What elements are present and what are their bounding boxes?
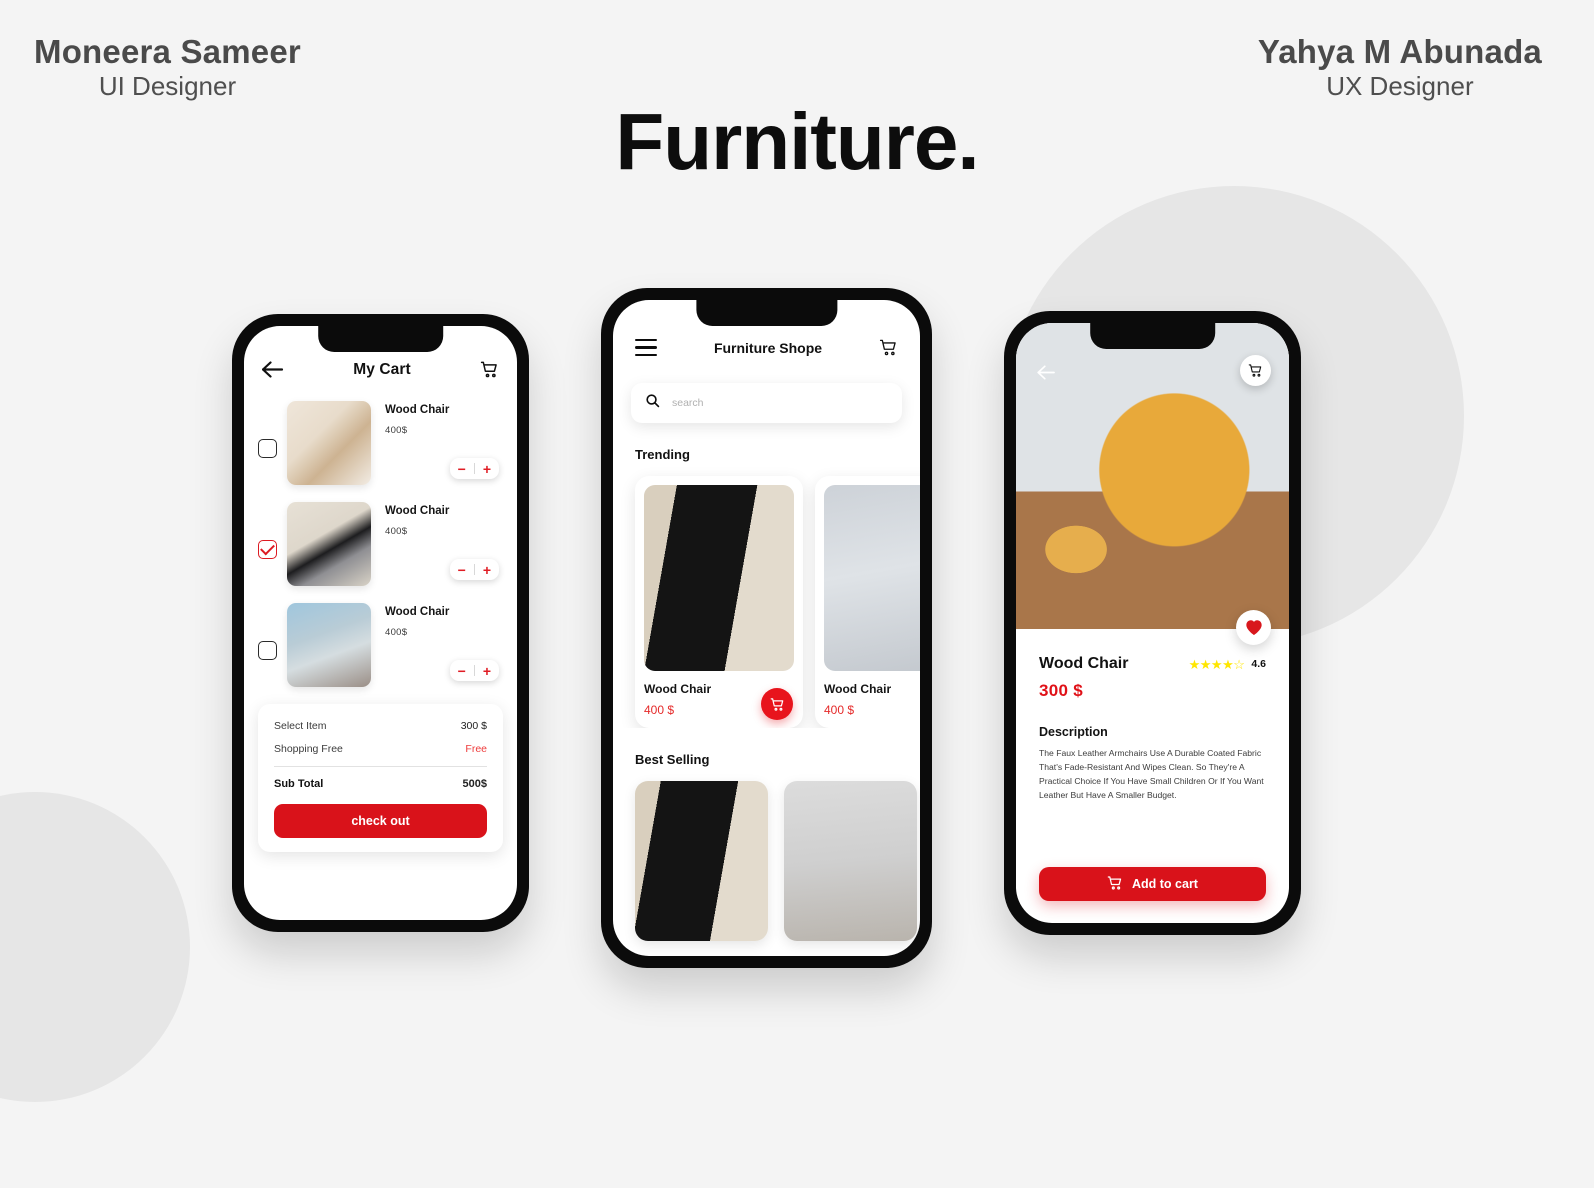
- product-card[interactable]: Wood Chair 400 $: [635, 476, 803, 728]
- cart-item-name: Wood Chair: [385, 505, 450, 517]
- rating: ★★★★☆ 4.6: [1189, 658, 1266, 671]
- shopping-cart-icon[interactable]: [879, 338, 898, 357]
- arrow-left-icon[interactable]: [1036, 361, 1058, 383]
- stepper-divider: [473, 665, 475, 676]
- table-row: Wood Chair 400$ − +: [258, 401, 503, 485]
- search-bar[interactable]: [631, 383, 902, 423]
- stepper-divider: [473, 463, 475, 474]
- credit-right: Yahya M Abunada UX Designer: [1258, 33, 1542, 102]
- summary-row-select-item: Select Item 300 $: [274, 720, 487, 732]
- table-row: Wood Chair 400$ − +: [258, 603, 503, 687]
- product-card[interactable]: [635, 781, 768, 941]
- checkout-button[interactable]: check out: [274, 804, 487, 838]
- product-name: Wood Chair: [1039, 655, 1129, 672]
- shopping-cart-icon[interactable]: [480, 360, 499, 379]
- product-price: 300 $: [1039, 681, 1084, 700]
- stepper-divider: [473, 564, 475, 575]
- description-heading: Description: [1039, 725, 1108, 739]
- project-title: Furniture.: [615, 97, 979, 186]
- product-image: [824, 485, 920, 671]
- phone-notch: [1089, 323, 1216, 349]
- cart-item-checkbox[interactable]: [258, 540, 277, 559]
- cart-item-name: Wood Chair: [385, 606, 450, 618]
- cart-item-thumbnail: [287, 502, 371, 586]
- decrement-button[interactable]: −: [458, 462, 466, 476]
- cart-item-price: 400$: [385, 627, 408, 638]
- cart-item-price: 400$: [385, 425, 408, 436]
- add-to-cart-button[interactable]: Add to cart: [1039, 867, 1266, 901]
- phone-mockup-cart: My Cart Wood Chair 400$ − + Wood Chair 4…: [232, 314, 529, 932]
- quantity-stepper[interactable]: − +: [449, 660, 499, 681]
- phone-notch: [695, 300, 838, 326]
- cart-item-thumbnail: [287, 603, 371, 687]
- section-heading-trending: Trending: [635, 447, 690, 462]
- product-card[interactable]: Wood Chair 400 $: [815, 476, 920, 728]
- summary-label: Select Item: [274, 720, 327, 732]
- cart-summary-card: Select Item 300 $ Shopping Free Free Sub…: [258, 704, 503, 852]
- hamburger-menu-icon[interactable]: [635, 338, 657, 357]
- phone-mockup-home: Furniture Shope Trending: [601, 288, 932, 968]
- cart-item-info: Wood Chair 400$: [385, 603, 503, 638]
- summary-label: Shopping Free: [274, 743, 343, 755]
- design-canvas: Moneera Sameer UI Designer Yahya M Abuna…: [0, 0, 1594, 1188]
- product-card[interactable]: [784, 781, 917, 941]
- credit-left-name: Moneera Sameer: [34, 33, 301, 70]
- summary-value: Free: [465, 743, 487, 755]
- shopping-cart-icon: [1107, 875, 1123, 894]
- credit-right-name: Yahya M Abunada: [1257, 33, 1542, 70]
- product-price: 400 $: [824, 703, 855, 717]
- trending-carousel[interactable]: Wood Chair 400 $ Wood Chair 400 $: [613, 462, 920, 728]
- section-heading-best-selling: Best Selling: [635, 752, 710, 767]
- cart-item-checkbox[interactable]: [258, 439, 277, 458]
- search-input[interactable]: [672, 397, 888, 409]
- decrement-button[interactable]: −: [458, 664, 466, 678]
- add-to-cart-button[interactable]: [761, 688, 793, 720]
- add-to-cart-label: Add to cart: [1132, 877, 1198, 891]
- credit-left: Moneera Sameer UI Designer: [34, 33, 301, 102]
- description-text: The Faux Leather Armchairs Use A Durable…: [1039, 748, 1264, 800]
- cart-item-info: Wood Chair 400$: [385, 401, 503, 436]
- summary-value: 500$: [462, 778, 487, 790]
- cart-item-checkbox[interactable]: [258, 641, 277, 660]
- product-image: [644, 485, 794, 671]
- table-row: Wood Chair 400$ − +: [258, 502, 503, 586]
- cart-page-title: My Cart: [353, 360, 411, 378]
- app-title: Furniture Shope: [713, 339, 823, 356]
- phone-mockup-detail: Wood Chair ★★★★☆ 4.6 300 $ Description T…: [1004, 311, 1301, 935]
- shopping-cart-icon[interactable]: [1240, 355, 1271, 386]
- cart-item-name: Wood Chair: [385, 404, 450, 416]
- search-icon: [645, 393, 660, 413]
- increment-button[interactable]: +: [483, 563, 491, 577]
- product-hero-image: [1016, 323, 1289, 645]
- quantity-stepper[interactable]: − +: [449, 458, 499, 479]
- best-selling-grid: [613, 767, 920, 941]
- product-title-row: Wood Chair ★★★★☆ 4.6: [1039, 655, 1266, 673]
- arrow-left-icon[interactable]: [261, 361, 284, 378]
- rating-value: 4.6: [1251, 658, 1266, 670]
- cart-screen: My Cart Wood Chair 400$ − + Wood Chair 4…: [244, 326, 517, 920]
- phone-notch: [317, 326, 444, 352]
- summary-label: Sub Total: [274, 778, 324, 790]
- cart-item-info: Wood Chair 400$: [385, 502, 503, 537]
- decorative-circle-bottom-left: [0, 792, 190, 1102]
- decrement-button[interactable]: −: [458, 563, 466, 577]
- star-rating-icon: ★★★★☆: [1188, 656, 1245, 672]
- product-detail-screen: Wood Chair ★★★★☆ 4.6 300 $ Description T…: [1016, 323, 1289, 923]
- cart-item-list: Wood Chair 400$ − + Wood Chair 400$ − + …: [244, 379, 517, 687]
- summary-row-shipping: Shopping Free Free: [274, 743, 487, 755]
- increment-button[interactable]: +: [483, 462, 491, 476]
- increment-button[interactable]: +: [483, 664, 491, 678]
- summary-row-subtotal: Sub Total 500$: [274, 778, 487, 790]
- heart-icon[interactable]: [1236, 610, 1271, 645]
- home-screen: Furniture Shope Trending: [613, 300, 920, 956]
- cart-item-thumbnail: [287, 401, 371, 485]
- summary-value: 300 $: [460, 720, 487, 732]
- product-name: Wood Chair: [824, 682, 892, 696]
- quantity-stepper[interactable]: − +: [449, 559, 499, 580]
- product-detail-body: Wood Chair ★★★★☆ 4.6 300 $ Description T…: [1016, 629, 1289, 803]
- summary-divider: [274, 766, 487, 767]
- cart-item-price: 400$: [385, 526, 408, 537]
